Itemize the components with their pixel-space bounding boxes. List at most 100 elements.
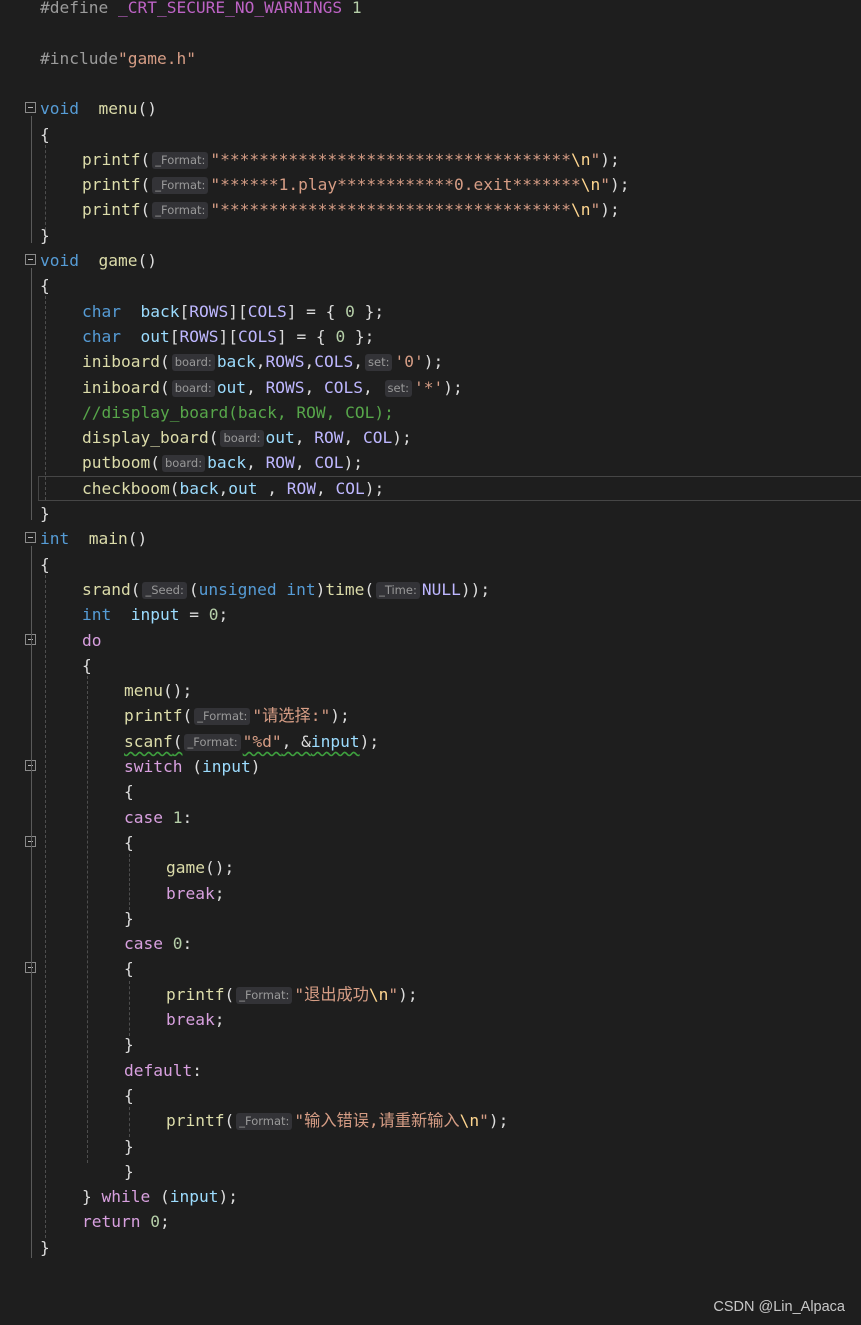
code-line[interactable]: } while (input); xyxy=(0,1184,861,1209)
code-token: ); xyxy=(443,377,463,397)
code-line[interactable]: printf(_Format: "************************… xyxy=(0,197,861,222)
code-token: int xyxy=(286,579,316,599)
code-line[interactable]: int main() xyxy=(0,526,861,551)
code-line[interactable]: srand(_Seed: (unsigned int)time(_Time: NUL… xyxy=(0,577,861,602)
code-token: COL xyxy=(335,478,365,498)
code-line[interactable]: do xyxy=(0,628,861,653)
code-line[interactable]: printf(_Format: "******1.play************… xyxy=(0,172,861,197)
code-token: , xyxy=(218,478,229,498)
code-token: display_board xyxy=(82,428,209,448)
code-text: } xyxy=(124,1134,134,1159)
code-token: "%d" xyxy=(242,731,282,751)
code-line[interactable]: } xyxy=(0,1235,861,1260)
collapse-icon[interactable] xyxy=(25,532,36,544)
code-line[interactable]: { xyxy=(0,830,861,855)
code-line[interactable]: printf(_Format: "************************… xyxy=(0,147,861,172)
parameter-hint: _Format: xyxy=(184,733,241,751)
code-line[interactable]: } xyxy=(0,1159,861,1184)
code-token: input xyxy=(310,731,360,751)
code-line[interactable]: menu(); xyxy=(0,678,861,703)
code-line[interactable]: #define _CRT_SECURE_NO_WARNINGS 1 xyxy=(0,0,861,20)
code-token: _CRT_SECURE_NO_WARNINGS xyxy=(117,0,343,17)
code-token: //display_board(back, ROW, COL); xyxy=(82,402,394,422)
code-token: COLS xyxy=(247,301,287,321)
code-token: char xyxy=(82,301,121,321)
code-token: ( xyxy=(182,757,202,776)
code-line[interactable]: char back[ROWS][COLS] = { 0 }; xyxy=(0,299,861,324)
code-text: //display_board(back, ROW, COL); xyxy=(82,400,394,425)
code-line[interactable]: { xyxy=(0,653,861,678)
code-text: default: xyxy=(124,1058,202,1083)
code-line[interactable]: case 1: xyxy=(0,805,861,830)
code-line[interactable]: { xyxy=(0,273,861,298)
code-token: '*' xyxy=(413,377,444,397)
code-line[interactable]: case 0: xyxy=(0,931,861,956)
code-token: printf xyxy=(166,1111,225,1131)
code-token: back xyxy=(140,301,180,321)
code-line[interactable]: } xyxy=(0,223,861,248)
code-line[interactable] xyxy=(0,20,861,45)
code-line[interactable]: void menu() xyxy=(0,96,861,121)
code-line[interactable]: return 0; xyxy=(0,1209,861,1234)
code-token: , xyxy=(315,478,336,498)
code-text: case 0: xyxy=(124,931,192,956)
code-line[interactable]: char out[ROWS][COLS] = { 0 }; xyxy=(0,324,861,349)
code-token: ( xyxy=(208,428,219,448)
code-token: switch xyxy=(124,757,183,776)
code-token: ); xyxy=(359,731,380,751)
code-text: #include"game.h" xyxy=(40,46,196,71)
code-line[interactable]: iniboard(board: back,ROWS,COLS, set: '0'); xyxy=(0,349,861,374)
code-token: }; xyxy=(345,326,375,346)
code-line[interactable]: display_board(board: out, ROW, COL); xyxy=(0,425,861,450)
code-token: () xyxy=(137,99,157,119)
code-text: printf(_Format: "请选择:"); xyxy=(124,703,350,728)
code-token: ( xyxy=(150,453,160,473)
code-token: break xyxy=(166,883,215,903)
code-line[interactable] xyxy=(0,71,861,96)
code-line[interactable]: //display_board(back, ROW, COL); xyxy=(0,400,861,425)
code-line[interactable]: iniboard(board: out, ROWS, COLS, set: '*')… xyxy=(0,375,861,400)
indent-guide xyxy=(129,1107,131,1137)
code-token: )); xyxy=(460,579,491,599)
code-token: [ xyxy=(179,301,190,321)
code-line[interactable]: { xyxy=(0,956,861,981)
code-line[interactable]: { xyxy=(0,122,861,147)
code-line[interactable]: } xyxy=(0,1032,861,1057)
code-token: ( xyxy=(140,149,151,169)
indent-guide xyxy=(45,575,47,1238)
code-editor[interactable]: #define _CRT_SECURE_NO_WARNINGS 1 #includ… xyxy=(0,0,861,1290)
code-text: { xyxy=(124,956,134,981)
collapse-icon[interactable] xyxy=(25,254,36,265)
code-token: NULL xyxy=(421,579,461,599)
code-token: #define xyxy=(40,0,118,17)
code-line[interactable]: printf(_Format: "请选择:"); xyxy=(0,703,861,728)
parameter-hint: _Format: xyxy=(152,177,209,195)
code-line[interactable]: checkboom(back,out , ROW, COL); xyxy=(0,476,861,501)
code-line[interactable]: { xyxy=(0,779,861,804)
code-line[interactable]: } xyxy=(0,1134,861,1159)
code-line[interactable]: void game() xyxy=(0,248,861,273)
code-line[interactable]: scanf(_Format: "%d", &input); xyxy=(0,729,861,754)
code-line[interactable]: { xyxy=(0,1083,861,1108)
code-token: 0 xyxy=(335,326,346,346)
code-token: ); xyxy=(600,200,620,220)
code-token: ][ xyxy=(218,326,238,346)
code-token: "输入错误,请重新输入 xyxy=(294,1111,460,1131)
code-token: } xyxy=(40,504,50,523)
code-line[interactable]: switch (input) xyxy=(0,754,861,779)
code-token: out xyxy=(228,478,258,498)
collapse-icon[interactable] xyxy=(25,102,36,114)
code-line[interactable]: putboom(board: back, ROW, COL); xyxy=(0,450,861,475)
code-token: ROWS xyxy=(179,326,219,346)
code-line[interactable]: #include"game.h" xyxy=(0,46,861,71)
code-line[interactable]: } xyxy=(0,501,861,526)
code-line[interactable]: default: xyxy=(0,1058,861,1083)
code-line[interactable]: { xyxy=(0,552,861,577)
code-text: { xyxy=(124,779,134,804)
code-line[interactable]: int input = 0; xyxy=(0,602,861,627)
code-token: printf xyxy=(82,175,141,195)
